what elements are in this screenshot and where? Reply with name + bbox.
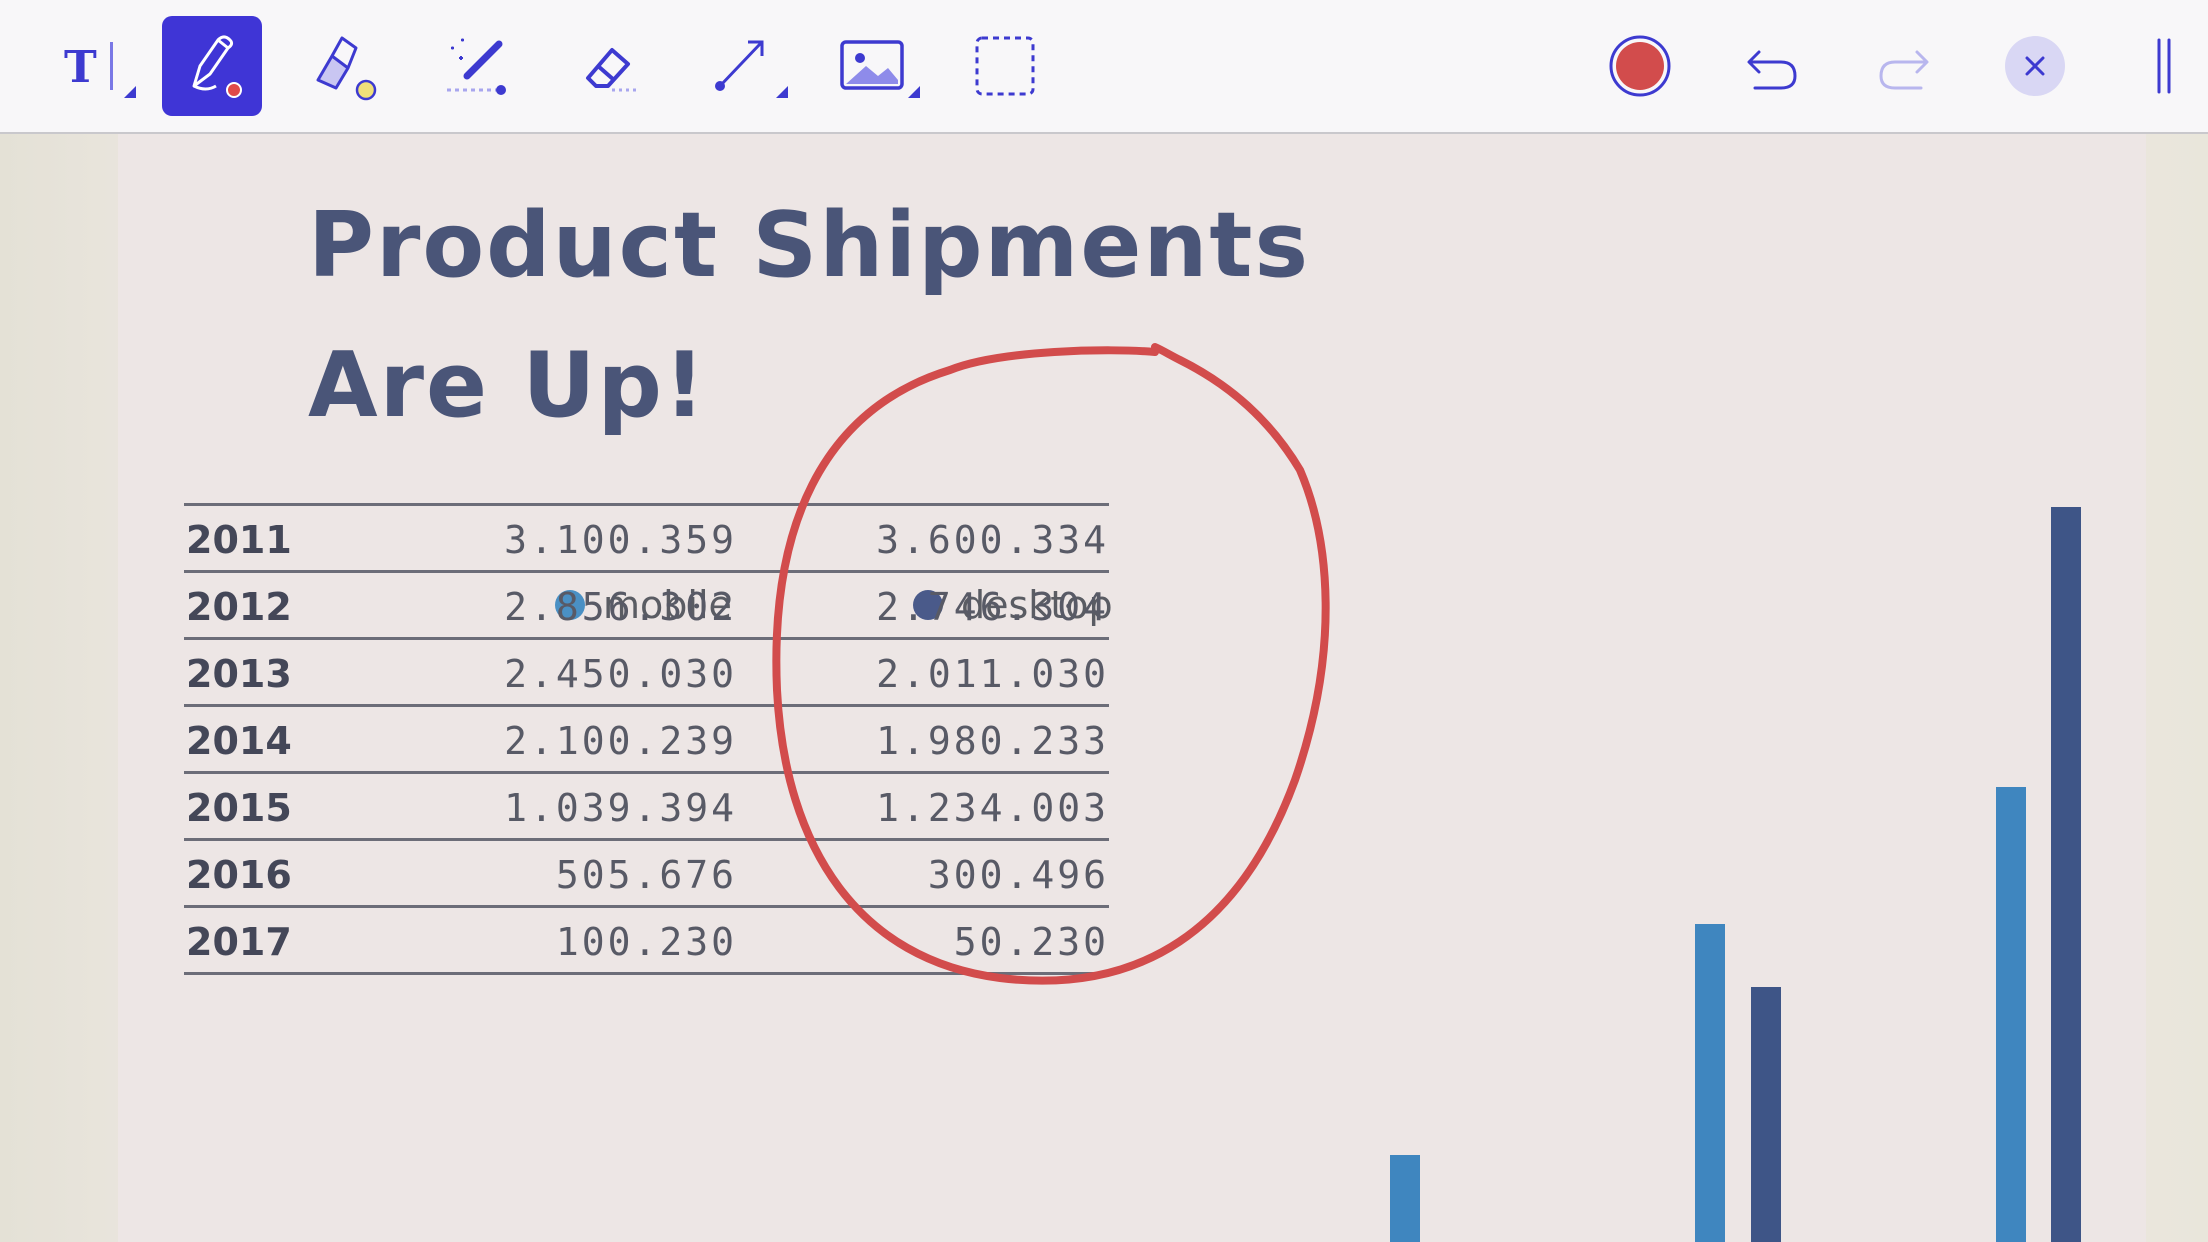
toolbar-drag-handle[interactable] (2114, 16, 2208, 116)
text-tool[interactable]: T (38, 16, 138, 116)
line-tool[interactable] (690, 16, 790, 116)
undo-icon (1747, 50, 1797, 90)
image-tool[interactable] (822, 16, 922, 116)
svg-text:T: T (64, 42, 97, 93)
pen-tool[interactable] (162, 16, 262, 116)
highlighter-tool[interactable] (292, 16, 392, 116)
redo-icon (1879, 50, 1929, 90)
magic-pen-tool[interactable] (427, 16, 527, 116)
image-icon (840, 40, 904, 90)
drag-handle-icon (2157, 38, 2171, 94)
color-picker-button[interactable] (1590, 16, 1690, 116)
color-swatch-icon (1609, 35, 1671, 97)
close-icon (2005, 36, 2065, 96)
options-indicator (124, 86, 136, 98)
redo-button[interactable] (1853, 16, 1953, 116)
magic-pen-icon (447, 38, 506, 95)
highlighter-icon (316, 36, 377, 101)
options-indicator (908, 86, 920, 98)
line-arrow-icon (715, 40, 764, 91)
options-indicator (776, 86, 788, 98)
eraser-icon (586, 48, 638, 92)
text-cursor-icon: T (64, 42, 113, 93)
annotation-circle[interactable] (0, 0, 2208, 1242)
lasso-select-icon (975, 36, 1035, 96)
eraser-tool[interactable] (558, 16, 658, 116)
close-button[interactable] (1985, 16, 2085, 116)
markup-toolbar: T (0, 0, 2208, 134)
selection-tool[interactable] (955, 16, 1055, 116)
undo-button[interactable] (1723, 16, 1823, 116)
pen-icon (192, 35, 242, 98)
